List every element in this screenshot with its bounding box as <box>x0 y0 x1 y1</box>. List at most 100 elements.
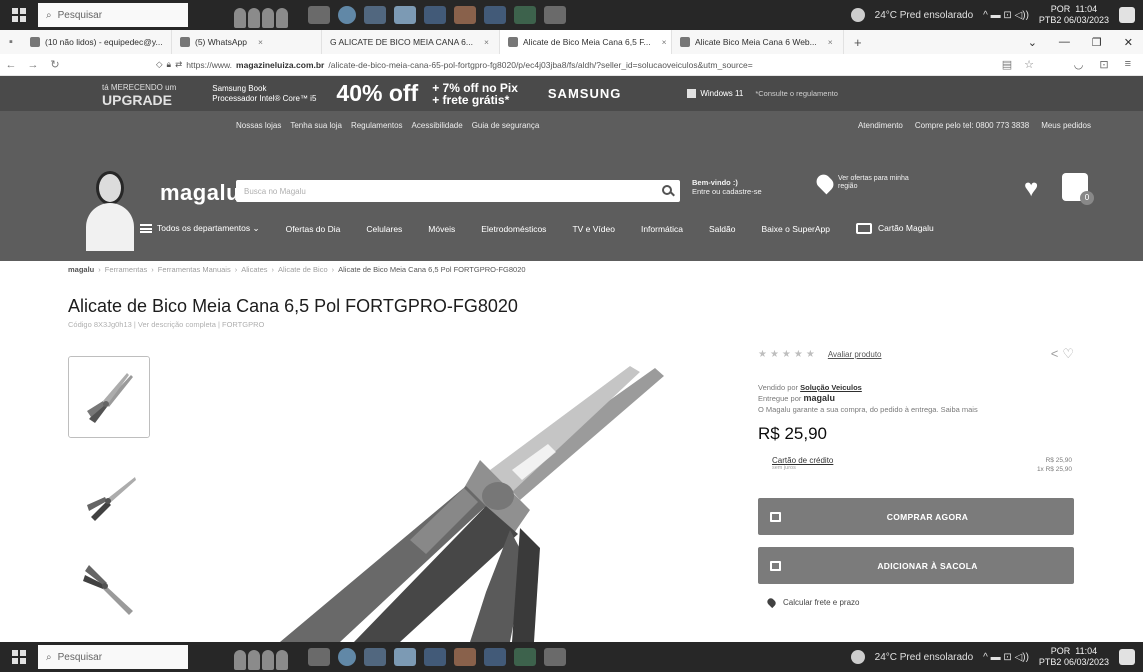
new-tab-button[interactable]: + <box>844 35 872 50</box>
reload-icon[interactable]: ↻ <box>44 58 66 71</box>
firefox-icon[interactable] <box>454 6 476 24</box>
breadcrumb-item[interactable]: Alicates <box>241 265 267 274</box>
back-icon[interactable]: ← <box>0 59 22 71</box>
account-link[interactable]: Bem-vindo :) Entre ou cadastre-se <box>692 178 762 196</box>
seller-link[interactable]: Solução Veiculos <box>800 383 862 392</box>
taskbar-people-icon[interactable] <box>234 644 292 670</box>
search-icon[interactable] <box>662 185 672 195</box>
start-button[interactable] <box>0 642 38 672</box>
link-nossas-lojas[interactable]: Nossas lojas <box>236 121 281 130</box>
product-main-image[interactable] <box>250 360 690 642</box>
tab-list-icon[interactable]: ⌄ <box>1028 36 1037 49</box>
pocket-icon[interactable]: ◡ <box>1074 58 1084 71</box>
menu-informatica[interactable]: Informática <box>641 224 683 234</box>
thumbnail-3[interactable] <box>68 548 150 630</box>
store-icon[interactable] <box>394 648 416 666</box>
start-button[interactable] <box>0 0 38 30</box>
close-window-icon[interactable]: ✕ <box>1124 36 1133 49</box>
menu-icon[interactable]: ≡ <box>1125 58 1131 71</box>
tab-magalu-product[interactable]: Alicate de Bico Meia Cana 6,5 F... × <box>500 30 672 54</box>
link-atendimento[interactable]: Atendimento <box>858 121 903 130</box>
clock[interactable]: POR 11:04 PTB2 06/03/2023 <box>1039 4 1109 26</box>
guarantee-text[interactable]: O Magalu garante a sua compra, do pedido… <box>758 404 1074 415</box>
menu-saldao[interactable]: Saldão <box>709 224 735 234</box>
minimize-icon[interactable]: — <box>1059 36 1070 49</box>
mail-icon[interactable] <box>424 648 446 666</box>
store-icon[interactable] <box>394 6 416 24</box>
edge-icon[interactable] <box>338 6 356 24</box>
link-meus-pedidos[interactable]: Meus pedidos <box>1041 121 1091 130</box>
calculator-icon[interactable] <box>544 648 566 666</box>
link-guia-seguranca[interactable]: Guia de segurança <box>472 121 540 130</box>
taskbar-search[interactable]: ⌕ Pesquisar <box>38 645 188 669</box>
firefox-view-icon[interactable]: ▪ <box>0 36 22 48</box>
taskbar-search[interactable]: ⌕ Pesquisar <box>38 3 188 27</box>
file-explorer-icon[interactable] <box>364 6 386 24</box>
address-bar[interactable]: ◇ 🔒︎ ⇄ https://www. magazineluiza.com.br /… <box>156 59 996 70</box>
share-icon[interactable]: < <box>1051 346 1059 362</box>
link-tenha-sua-loja[interactable]: Tenha sua loja <box>290 121 342 130</box>
tab-email[interactable]: (10 não lidos) - equipedec@y... × <box>22 30 172 54</box>
mail-icon[interactable] <box>424 6 446 24</box>
cart-bag-icon[interactable]: 0 <box>1062 173 1094 205</box>
bookmark-star-icon[interactable]: ☆ <box>1018 58 1040 71</box>
favorite-heart-icon[interactable]: ♡ <box>1062 346 1074 362</box>
excel-icon[interactable] <box>514 6 536 24</box>
link-regulamentos[interactable]: Regulamentos <box>351 121 403 130</box>
rating-stars-icon[interactable]: ★★★★★ <box>758 349 818 360</box>
promo-banner[interactable]: tá MERECENDO um UPGRADE Samsung Book Pro… <box>0 76 1143 111</box>
link-acessibilidade[interactable]: Acessibilidade <box>412 121 463 130</box>
thumbnail-1[interactable] <box>68 356 150 438</box>
notification-icon[interactable] <box>1119 649 1135 665</box>
close-icon[interactable]: × <box>662 37 667 47</box>
menu-superapp[interactable]: Baixe o SuperApp <box>761 224 830 234</box>
link-compre-pelo-tel[interactable]: Compre pelo tel: 0800 773 3838 <box>915 121 1029 130</box>
add-to-bag-button[interactable]: ADICIONAR À SACOLA <box>758 547 1074 584</box>
tab-whatsapp[interactable]: (5) WhatsApp × <box>172 30 322 54</box>
word-icon[interactable] <box>484 6 506 24</box>
buy-now-button[interactable]: COMPRAR AGORA <box>758 498 1074 535</box>
maximize-icon[interactable]: ❐ <box>1092 36 1102 49</box>
breadcrumb-item[interactable]: Alicate de Bico <box>278 265 328 274</box>
taskbar-people-icon[interactable] <box>234 2 292 28</box>
close-icon[interactable]: × <box>828 37 833 47</box>
word-icon[interactable] <box>484 648 506 666</box>
thumbnail-2[interactable] <box>68 452 150 534</box>
menu-all-departments[interactable]: Todos os departamentos ⌄ <box>140 223 260 234</box>
search-input[interactable]: Busca no Magalu <box>236 180 680 202</box>
firefox-icon[interactable] <box>454 648 476 666</box>
menu-ofertas-do-dia[interactable]: Ofertas do Dia <box>286 224 341 234</box>
tab-magalu-alt[interactable]: Alicate Bico Meia Cana 6 Web... × <box>672 30 844 54</box>
breadcrumb-item[interactable]: Ferramentas <box>105 265 148 274</box>
breadcrumb-item[interactable]: Ferramentas Manuais <box>158 265 231 274</box>
calculator-icon[interactable] <box>544 6 566 24</box>
menu-cartao-magalu[interactable]: Cartão Magalu <box>856 223 934 235</box>
extensions-icon[interactable]: ⊡ <box>1099 58 1108 71</box>
magalu-logo[interactable]: magalu <box>160 180 240 206</box>
menu-celulares[interactable]: Celulares <box>366 224 402 234</box>
task-view-icon[interactable] <box>308 6 330 24</box>
clock[interactable]: POR 11:04 PTB2 06/03/2023 <box>1039 646 1109 668</box>
weather-text[interactable]: 24°C Pred ensolarado <box>875 10 974 21</box>
task-view-icon[interactable] <box>308 648 330 666</box>
reader-view-icon[interactable]: ▤ <box>996 58 1018 71</box>
heart-icon[interactable]: ♥ <box>1024 177 1046 201</box>
close-icon[interactable]: × <box>258 37 263 47</box>
menu-eletrodomesticos[interactable]: Eletrodomésticos <box>481 224 546 234</box>
edge-icon[interactable] <box>338 648 356 666</box>
credit-card-link[interactable]: Cartão de crédito <box>772 456 833 465</box>
excel-icon[interactable] <box>514 648 536 666</box>
close-icon[interactable]: × <box>484 37 489 47</box>
weather-text[interactable]: 24°C Pred ensolarado <box>875 652 974 663</box>
menu-moveis[interactable]: Móveis <box>428 224 455 234</box>
menu-tv-video[interactable]: TV e Vídeo <box>572 224 615 234</box>
tab-google-search[interactable]: G ALICATE DE BICO MEIA CANA 6... × <box>322 30 500 54</box>
tray-icons[interactable]: ^ ▬ ⊡ ◁)) <box>983 10 1029 21</box>
tray-icons[interactable]: ^ ▬ ⊡ ◁)) <box>983 652 1029 663</box>
rate-product-link[interactable]: Avaliar produto <box>828 350 882 359</box>
file-explorer-icon[interactable] <box>364 648 386 666</box>
forward-icon[interactable]: → <box>22 59 44 71</box>
location-selector[interactable]: Ver ofertas para minha região <box>813 171 909 195</box>
breadcrumb-home[interactable]: magalu <box>68 265 94 274</box>
notification-icon[interactable] <box>1119 7 1135 23</box>
